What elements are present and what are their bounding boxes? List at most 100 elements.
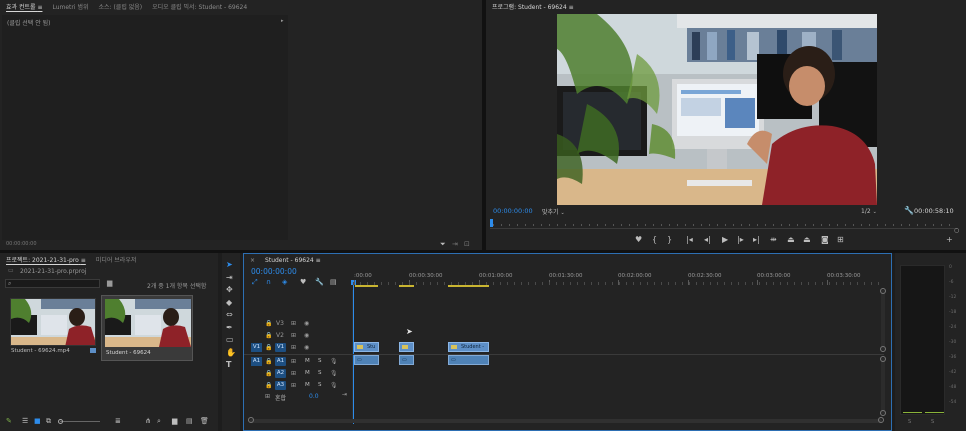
sync-lock-icon[interactable]: ⊞ (265, 393, 270, 400)
pencil-icon[interactable]: ✎ (6, 417, 12, 425)
tab-source[interactable]: 소스: (클립 없음) (98, 2, 142, 11)
automate-icon[interactable]: ⋔ (145, 417, 151, 425)
mute-button[interactable]: M (305, 382, 310, 388)
video-clip[interactable]: Student - (448, 342, 489, 352)
scroll-right-handle[interactable] (878, 417, 884, 423)
microphone-icon[interactable]: 🎙 (330, 358, 338, 365)
vertical-splitter[interactable] (482, 0, 486, 250)
go-to-out-icon[interactable]: ▸| (753, 236, 760, 244)
audio-clip[interactable]: ▭ (399, 355, 414, 365)
mix-value[interactable]: 0.0 (309, 393, 319, 400)
lock-icon[interactable]: 🔒 (265, 370, 272, 377)
audio-clip[interactable]: ▭ (354, 355, 379, 365)
sync-lock-icon[interactable]: ⊞ (291, 382, 296, 389)
eye-icon[interactable]: ◉ (304, 332, 309, 339)
track-source-badge[interactable]: A1 (251, 357, 262, 366)
rectangle-tool-icon[interactable]: ▭ (226, 336, 234, 344)
sync-lock-icon[interactable]: ⊞ (291, 344, 296, 351)
add-button-icon[interactable]: + (946, 236, 953, 244)
razor-tool-icon[interactable]: ◆ (226, 299, 232, 307)
mark-in-icon[interactable]: { (652, 236, 657, 244)
go-to-end-icon[interactable]: ⇥ (342, 391, 347, 398)
filter-icon[interactable]: ⏷ (440, 240, 446, 248)
tab-project[interactable]: 프로젝트: 2021-21-31-pro ≡ (6, 255, 86, 264)
track-source-badge[interactable]: V1 (251, 343, 262, 352)
tab-audio-clip-mixer[interactable]: 오디오 클립 믹서: Student - 69624 (152, 2, 247, 11)
icon-view-icon[interactable]: ■ (34, 417, 41, 425)
hand-tool-icon[interactable]: ✋ (226, 349, 236, 357)
step-back-icon[interactable]: ◂| (704, 236, 711, 244)
sort-icon[interactable]: ≣ (115, 417, 121, 425)
project-item-sequence[interactable]: Student - 69624 (101, 295, 193, 361)
track-target-badge[interactable]: V1 (275, 343, 286, 352)
audio-clip[interactable]: ▭ (448, 355, 489, 365)
microphone-icon[interactable]: 🎙 (330, 382, 338, 389)
tab-program[interactable]: 프로그램: Student - 69624 ≡ (492, 2, 574, 11)
mute-button[interactable]: M (305, 358, 310, 364)
timeline-v-scrollbar-lower[interactable] (880, 356, 886, 416)
freeform-view-icon[interactable]: ⧉ (46, 417, 51, 425)
tab-effect-controls[interactable]: 효과 컨트롤 ≡ (6, 2, 42, 11)
eye-icon[interactable]: ◉ (304, 320, 309, 327)
solo-button[interactable]: S (318, 358, 322, 364)
fit-dropdown[interactable]: 맞추기 ⌄ (542, 207, 565, 216)
export-icon[interactable]: ⇥ (452, 240, 458, 248)
meter-channel-right[interactable]: S (931, 419, 934, 425)
tab-close-icon[interactable]: × (250, 257, 255, 264)
v-scroll-lower-top-handle[interactable] (880, 356, 886, 362)
slip-tool-icon[interactable]: ⇔ (226, 311, 233, 319)
mute-button[interactable]: M (305, 370, 310, 376)
eye-icon[interactable]: ◉ (304, 344, 309, 351)
scroll-left-handle[interactable] (248, 417, 254, 423)
program-scrub-bar[interactable] (490, 219, 957, 229)
pen-tool-icon[interactable]: ✒ (226, 324, 233, 332)
tab-media-browser[interactable]: 미디어 브라우저 (96, 255, 137, 264)
video-clip[interactable] (399, 342, 414, 352)
v-scroll-lower-bottom-handle[interactable] (880, 410, 886, 416)
solo-button[interactable]: S (318, 370, 322, 376)
new-bin-button-icon[interactable]: ▆ (172, 417, 177, 425)
project-item-clip[interactable]: Student - 69624.mp4 (10, 298, 96, 358)
track-target-badge[interactable]: A3 (275, 381, 286, 390)
zoom-slider-handle[interactable] (58, 419, 63, 424)
solo-button[interactable]: S (318, 382, 322, 388)
v-scroll-top-handle[interactable] (880, 288, 886, 294)
sync-lock-icon[interactable]: ⊞ (291, 370, 296, 377)
project-search-input[interactable]: ⌕ (5, 279, 100, 288)
go-to-in-icon[interactable]: |◂ (686, 236, 693, 244)
selection-tool-icon[interactable]: ➤ (226, 261, 233, 269)
timeline-timecode[interactable]: 00:00:00:00 (251, 267, 297, 276)
sync-lock-icon[interactable]: ⊞ (291, 358, 296, 365)
meter-channel-left[interactable]: S (908, 419, 911, 425)
timeline-v-scrollbar-upper[interactable] (880, 288, 886, 352)
lift-icon[interactable]: ⏏ (787, 236, 795, 244)
new-bin-icon[interactable]: ▆ (107, 279, 112, 287)
track-target-badge[interactable]: A1 (275, 357, 286, 366)
ripple-edit-tool-icon[interactable]: ✥ (226, 286, 233, 294)
resolution-dropdown[interactable]: 1/2 ⌄ (861, 208, 877, 215)
zoom-slider[interactable] (58, 419, 100, 424)
insert-icon[interactable]: ⇻ (770, 236, 777, 244)
expand-arrow-icon[interactable]: ▸ (281, 18, 284, 24)
captions-icon[interactable]: ▤ (330, 278, 337, 286)
program-timecode-current[interactable]: 00:00:00:00 (493, 207, 533, 215)
v-scroll-bottom-handle[interactable] (880, 346, 886, 352)
scrub-end-icon[interactable]: ○ (954, 227, 959, 235)
camera-icon[interactable]: ◙ (821, 236, 829, 244)
sync-lock-icon[interactable]: ⊞ (291, 332, 296, 339)
microphone-icon[interactable]: 🎙 (330, 370, 338, 377)
timeline-h-scrollbar[interactable] (248, 417, 884, 423)
find-icon[interactable]: ⌕ (157, 417, 161, 425)
add-marker-icon[interactable]: ♥ (635, 236, 642, 244)
track-target-badge[interactable]: A2 (275, 369, 286, 378)
nest-icon[interactable]: ⤢ (252, 278, 258, 286)
mark-out-icon[interactable]: } (667, 236, 672, 244)
add-marker-timeline-icon[interactable]: ♥ (300, 278, 306, 286)
timeline-settings-icon[interactable]: 🔧 (315, 278, 324, 286)
wrench-icon[interactable]: 🔧 (904, 207, 914, 215)
step-forward-icon[interactable]: |▸ (737, 236, 744, 244)
snap-icon[interactable]: ∩ (266, 278, 271, 286)
linked-selection-icon[interactable]: ◈ (282, 278, 287, 286)
lock-icon[interactable]: 🔒 (265, 344, 272, 351)
lock-icon[interactable]: 🔒 (265, 382, 272, 389)
